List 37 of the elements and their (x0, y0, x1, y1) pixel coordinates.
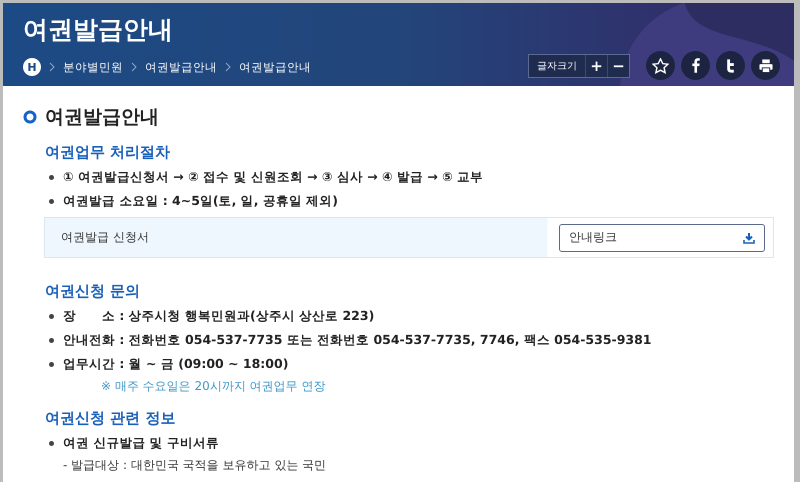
section-heading: 여권신청 관련 정보 (45, 409, 176, 428)
chevron-icon (225, 62, 231, 72)
star-icon (652, 58, 669, 74)
bullet-icon (49, 314, 54, 319)
facebook-icon (692, 58, 700, 73)
chevron-icon (49, 62, 55, 72)
font-size-label: 글자크기 (536, 60, 578, 72)
bullet-icon (49, 362, 54, 367)
bullet-text: 업무시간 : 월 ~ 금 (09:00 ~ 18:00) (63, 356, 288, 373)
breadcrumb-link[interactable]: 여권발급안내 (145, 60, 217, 74)
ring-icon (23, 110, 37, 124)
section-title: 여권발급안내 (45, 105, 159, 130)
form-name: 여권발급 신청서 (60, 229, 149, 246)
bullet-text: 여권발급 소요일 : 4~5일(토, 일, 공휴일 제외) (63, 193, 338, 210)
section-heading: 여권업무 처리절차 (45, 143, 172, 162)
bullet-text: 여권 신규발급 및 구비서류 (63, 435, 220, 452)
detail-text: - 발급대상 : 대한민국 국적을 보유하고 있는 국민 (63, 457, 328, 474)
increase-button[interactable]: + (585, 54, 607, 76)
chevron-icon (131, 62, 137, 72)
bullet-text: 장 소 : 상주시청 행복민원과(상주시 상산로 223) (63, 308, 374, 325)
bullet-icon (49, 338, 54, 343)
note-text: ※ 매주 수요일은 20시까지 여권업무 연장 (101, 378, 326, 395)
download-icon (743, 232, 755, 244)
bullet-icon (49, 199, 54, 204)
page-title: 여권발급안내 (23, 14, 174, 46)
bullet-icon (49, 175, 54, 180)
bullet-text: 안내전화 : 전화번호 054-537-7735 또는 전화번호 054-537-7735, 7746, 팩스 054-535-9381 (63, 332, 652, 349)
bullet-text: ① 여권발급신청서 → ② 접수 및 신원조회 → ③ 심사 → ④ 발급 → ⑤ 교부 (63, 169, 484, 186)
t-letter-icon (727, 58, 734, 72)
printer-icon (758, 58, 772, 72)
section-heading: 여권신청 문의 (45, 282, 142, 301)
breadcrumb-link[interactable]: 분야별민원 (63, 60, 123, 74)
breadcrumb-link[interactable]: 여권발급안내 (239, 60, 311, 74)
decrease-button[interactable]: − (607, 54, 629, 76)
home-link[interactable]: H (23, 58, 41, 76)
bullet-icon (49, 441, 54, 446)
download-link[interactable]: 안내링크 (559, 224, 765, 252)
